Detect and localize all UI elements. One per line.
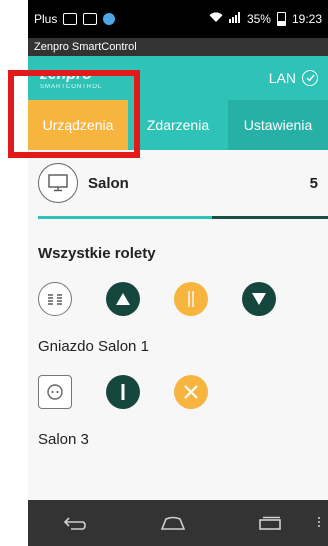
status-bar: Plus 35% 19:23 — [28, 0, 328, 38]
connection-label: LAN — [268, 70, 296, 86]
section-title-salon3: Salon 3 — [38, 431, 89, 448]
check-circle-icon — [302, 70, 318, 86]
blinds-icon[interactable] — [38, 282, 72, 316]
room-device-count: 5 — [309, 174, 318, 192]
socket-controls — [28, 375, 328, 409]
power-off-icon[interactable] — [174, 375, 208, 409]
home-icon[interactable] — [153, 508, 193, 538]
battery-percent: 35% — [246, 12, 271, 26]
arrow-up-icon[interactable] — [106, 282, 140, 316]
section-title-all-blinds: Wszystkie rolety — [38, 245, 156, 262]
app-title: Zenpro SmartControl — [34, 41, 137, 53]
tab-label: Zdarzenia — [146, 117, 210, 133]
tab-label: Ustawienia — [243, 117, 313, 133]
carrier-label: Plus — [34, 12, 58, 26]
room-name: Salon — [88, 174, 129, 192]
battery-icon — [276, 12, 286, 26]
clock: 19:23 — [291, 12, 322, 26]
logo-text: zenpro — [40, 65, 93, 83]
tab-bar: Urządzenia Zdarzenia Ustawienia — [28, 100, 328, 150]
tab-settings[interactable]: Ustawienia — [228, 100, 328, 150]
wifi-icon — [209, 12, 223, 26]
arrow-down-icon[interactable] — [242, 282, 276, 316]
globe-notification-icon — [103, 13, 116, 25]
room-divider — [38, 216, 328, 219]
back-icon[interactable] — [56, 508, 96, 538]
signal-icon — [228, 12, 241, 26]
lock-notification-icon — [83, 13, 98, 25]
socket-icon[interactable] — [38, 375, 72, 409]
zenpro-logo: zenpro SMARTCONTROL — [40, 67, 269, 90]
android-nav-bar — [28, 500, 328, 546]
blinds-controls — [28, 282, 328, 316]
section-title-socket: Gniazdo Salon 1 — [38, 338, 149, 355]
monitor-icon — [38, 163, 78, 203]
power-on-icon[interactable] — [106, 375, 140, 409]
tab-devices[interactable]: Urządzenia — [28, 100, 128, 150]
phone-screen: Plus 35% 19:23 Zenpro SmartControl zenpr… — [28, 0, 328, 546]
gallery-notification-icon — [63, 13, 78, 25]
tab-label: Urządzenia — [42, 117, 114, 133]
recent-apps-icon[interactable] — [250, 508, 290, 538]
logo-subtext: SMARTCONTROL — [40, 83, 103, 90]
pause-icon[interactable] — [174, 282, 208, 316]
room-selector[interactable]: Salon 5 — [28, 150, 328, 216]
connection-status[interactable]: LAN — [269, 70, 318, 86]
tab-events[interactable]: Zdarzenia — [128, 100, 228, 150]
menu-icon[interactable] — [318, 517, 320, 527]
app-header: zenpro SMARTCONTROL LAN — [28, 56, 328, 100]
app-title-bar: Zenpro SmartControl — [28, 38, 328, 56]
